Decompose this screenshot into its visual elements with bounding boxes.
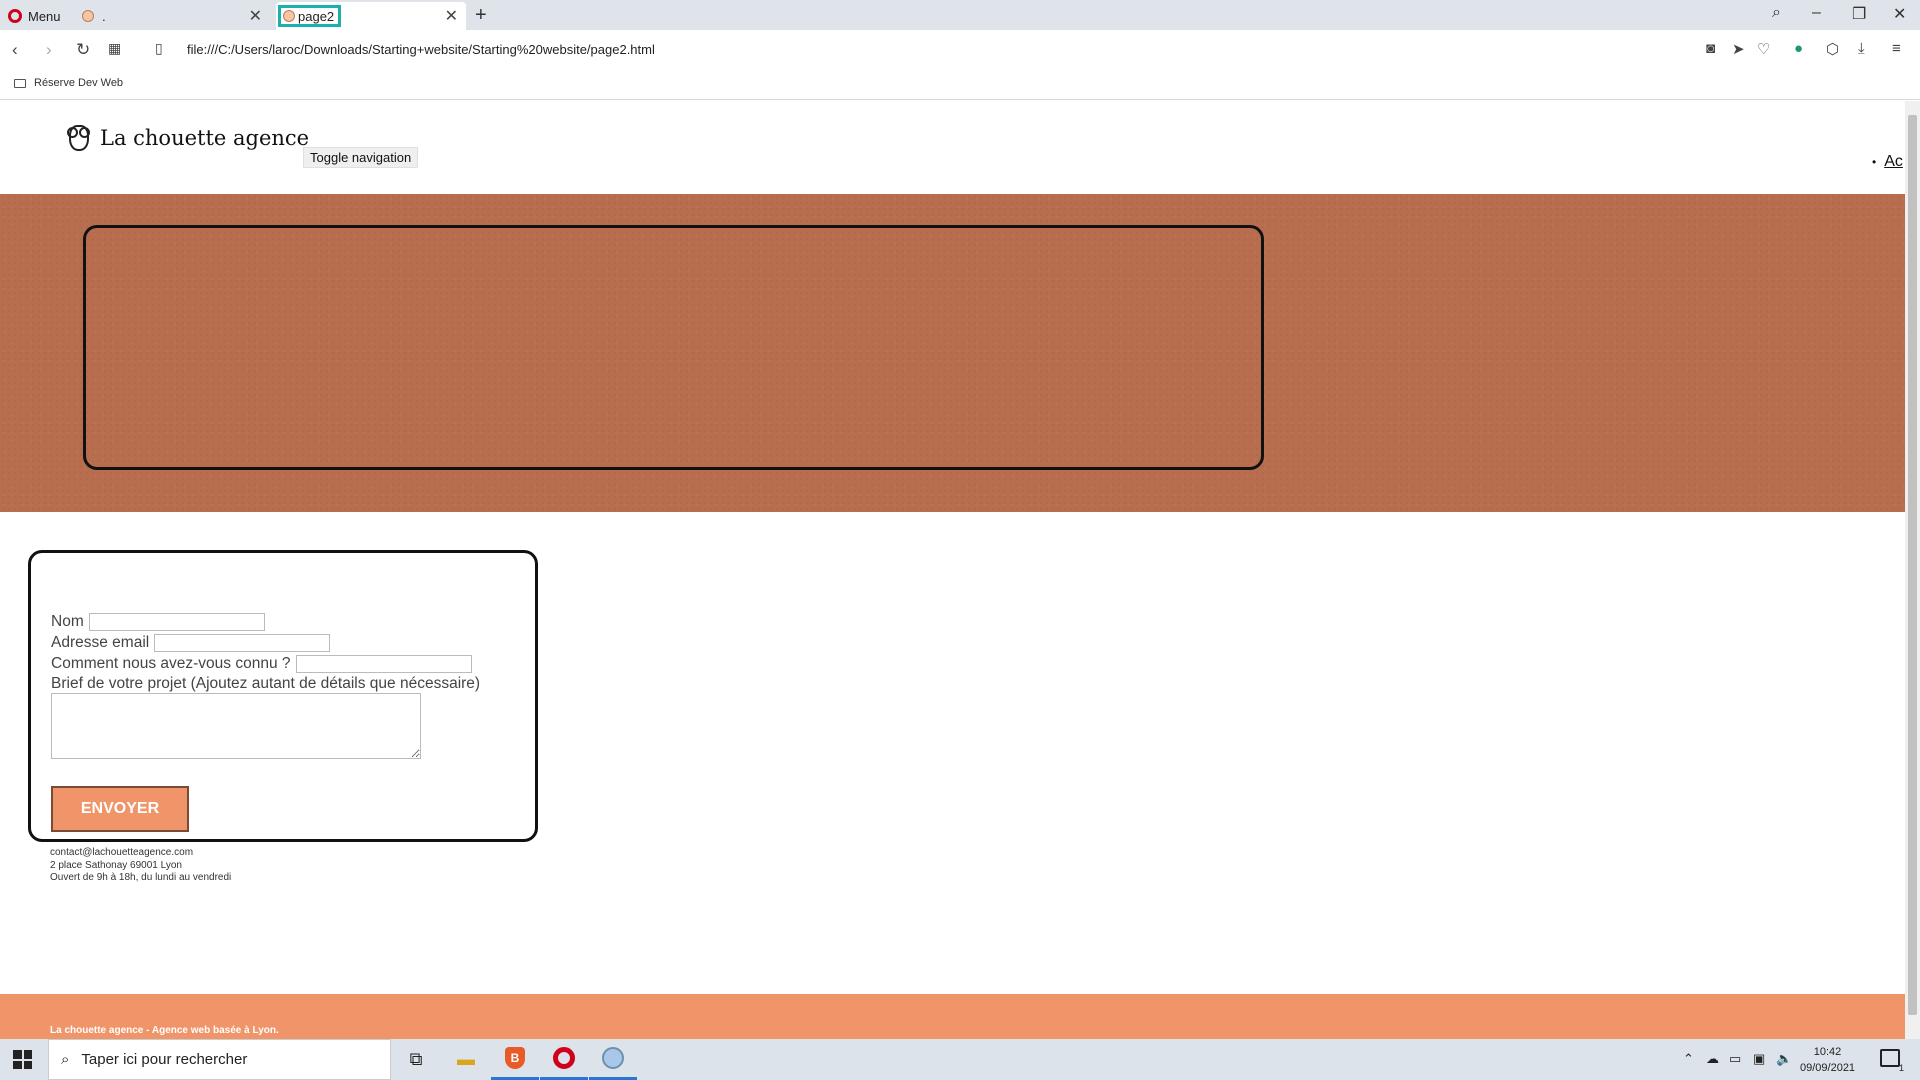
easy-setup-icon[interactable]: ≡ [1892,40,1901,57]
task-view-icon[interactable]: ⧉ [392,1039,440,1080]
search-placeholder: Taper ici pour rechercher [81,1051,248,1068]
site-footer: La chouette agence - Agence web basée à … [0,994,1905,1039]
email-label: Adresse email [51,634,150,651]
send-button[interactable]: ENVOYER [51,786,189,832]
footer-text: La chouette agence - Agence web basée à … [50,1025,279,1036]
active-tab-title-box: page2 [278,5,342,27]
restore-icon[interactable]: ❐ [1852,4,1866,24]
opera-logo-icon [8,9,22,23]
extension-icon[interactable]: ● [1794,40,1803,57]
close-window-icon[interactable]: ✕ [1893,4,1906,24]
name-field[interactable] [88,613,265,631]
back-icon[interactable]: ‹ [12,40,18,60]
send-icon[interactable]: ➤ [1732,40,1745,58]
search-tabs-icon[interactable]: ⌕ [1772,4,1781,22]
bookmark-label: Réserve Dev Web [34,77,124,89]
email-row: Adresse email [51,634,331,652]
brief-textarea[interactable] [51,693,421,759]
owl-logo-icon [64,121,94,155]
logo-text: La chouette agence [100,126,310,150]
name-label: Nom [51,613,84,630]
notification-count: 1 [1898,1063,1904,1073]
name-row: Nom [51,613,265,631]
page-info-icon[interactable]: ▯ [155,40,163,57]
windows-start-icon[interactable] [13,1050,32,1069]
address-bar: ‹ › ↻ ▦ ▯ file:///C:/Users/laroc/Downloa… [0,30,1920,70]
close-tab-icon[interactable]: ✕ [249,6,262,26]
download-icon[interactable]: ⤓ [1858,40,1865,57]
volume-icon[interactable]: 🔈 [1776,1051,1792,1067]
taskbar-search[interactable]: ⌕ Taper ici pour rechercher [48,1039,391,1080]
bullet-icon: • [1872,155,1877,169]
source-row: Comment nous avez-vous connu ? [51,655,472,673]
paint-app-icon[interactable] [589,1039,637,1080]
email-field[interactable] [154,634,331,652]
tab-title: . [102,8,106,24]
tab-page2[interactable]: page2 ✕ [276,2,466,30]
onedrive-icon[interactable]: ☁ [1706,1051,1719,1067]
network-icon[interactable]: ▣ [1753,1051,1765,1067]
toggle-navigation-button[interactable]: Toggle navigation [303,147,419,168]
brief-label: Brief de votre projet (Ajoutez autant de… [51,675,481,692]
opera-browser-icon[interactable] [540,1039,588,1080]
url-field[interactable]: file:///C:/Users/laroc/Downloads/Startin… [187,42,655,57]
contact-form: Nom Adresse email Comment nous avez-vous… [28,550,538,842]
new-tab-icon[interactable]: + [475,4,487,27]
site-logo[interactable]: La chouette agence [64,121,309,155]
clock[interactable]: 10:42 09/09/2021 [1800,1044,1855,1076]
cube-icon[interactable]: ⬡ [1826,40,1839,58]
menu-label: Menu [28,8,61,24]
brief-row: Brief de votre projet (Ajoutez autant de… [51,675,480,693]
battery-icon[interactable]: ▭ [1729,1051,1741,1067]
notification-center-icon[interactable]: 1 [1880,1049,1904,1073]
reload-icon[interactable]: ↻ [76,40,90,60]
contact-hours: Ouvert de 9h à 18h, du lundi au vendredi [50,872,232,883]
taskbar: ⌕ Taper ici pour rechercher ⧉ ▬ B ⌃ ☁ ▭ … [0,1039,1920,1080]
page-viewport: La chouette agence Toggle navigation • Ac… [0,101,1905,1039]
forward-icon[interactable]: › [46,40,52,60]
source-label: Comment nous avez-vous connu ? [51,655,291,672]
contact-info: contact@lachouetteagence.com 2 place Sat… [50,847,231,885]
folder-icon [14,78,26,88]
clock-date: 09/09/2021 [1800,1062,1856,1074]
tab-bar: Menu . ✕ page2 ✕ + ⌕ – ❐ ✕ [0,0,1920,30]
contact-email: contact@lachouetteagence.com [50,847,194,858]
clock-time: 10:42 [1813,1046,1842,1058]
hero-banner [0,194,1905,512]
search-icon: ⌕ [61,1051,70,1068]
source-field[interactable] [295,655,472,673]
snapshot-icon[interactable]: ◙ [1706,40,1715,57]
hero-content-box [83,225,1264,470]
owl-favicon-icon [283,10,295,22]
nav-link[interactable]: Ac [1884,153,1903,170]
minimize-icon[interactable]: – [1812,4,1821,22]
tab-1[interactable]: . ✕ [80,2,270,30]
bookmarks-bar: Réserve Dev Web [0,70,1920,100]
nav-list: • Ac [1872,153,1903,171]
contact-address: 2 place Sathonay 69001 Lyon [50,859,182,871]
bookmark-folder[interactable]: Réserve Dev Web [14,77,123,89]
heart-icon[interactable]: ♡ [1757,40,1770,58]
vertical-scrollbar[interactable] [1905,101,1920,1039]
brave-browser-icon[interactable]: B [491,1039,539,1080]
opera-menu-button[interactable]: Menu [8,2,88,30]
close-tab-icon[interactable]: ✕ [445,6,458,26]
tray-chevron-icon[interactable]: ⌃ [1683,1051,1694,1067]
scrollbar-thumb[interactable] [1908,115,1917,1015]
owl-favicon-icon [82,10,94,22]
file-explorer-icon[interactable]: ▬ [442,1039,490,1080]
tab-grid-icon[interactable]: ▦ [108,40,121,57]
tab-title: page2 [298,8,335,24]
